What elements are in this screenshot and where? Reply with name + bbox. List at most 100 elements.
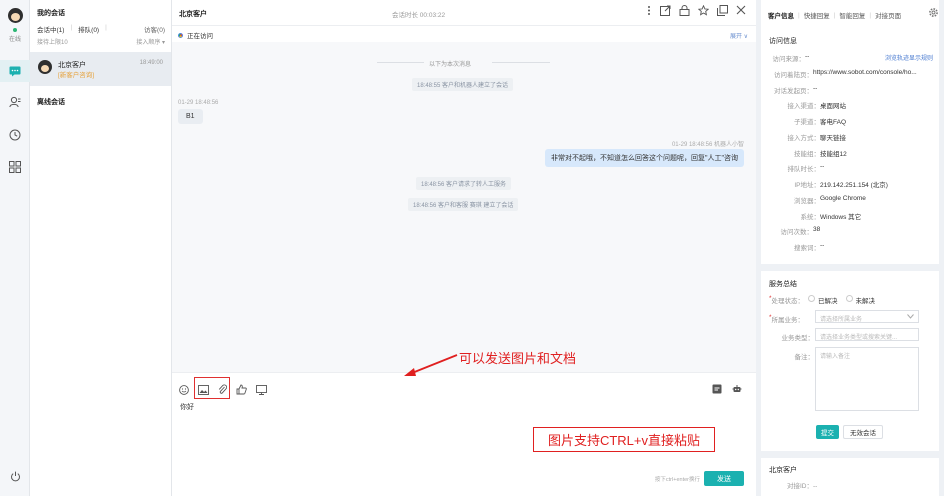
session-duration: 会话时长 00:03:22 [392,12,446,19]
send-button[interactable]: 发送 [704,471,744,486]
note-textarea[interactable]: 请输入备注 [815,347,919,411]
robot-icon[interactable] [732,384,742,394]
robot-message-bubble: 非常对不起哦，不知道怎么回答这个问题呢，回复"人工"咨询 [545,149,744,167]
tab-quick-reply[interactable]: 快捷回复 [804,10,830,20]
logout-nav-button[interactable] [0,465,30,487]
history-icon [9,129,21,141]
emoji-icon[interactable] [179,384,189,395]
power-icon [10,471,20,481]
minimize-window-icon[interactable] [717,5,728,16]
sort-order-dropdown[interactable]: 接入顺序 ▾ [136,37,165,46]
paste-annotation: 图片支持CTRL+v直接粘贴 [533,427,715,452]
chat-nav-button[interactable] [0,60,30,82]
tab-visitors[interactable]: 访客(0) [144,24,165,34]
upload-highlight-box [194,377,230,399]
visit-field: 浏览器： Google Chrome [794,195,866,205]
divider-line-right [492,62,550,63]
customer-message-bubble: B1 [178,109,203,124]
track-rule-link[interactable]: 浏览轨迹显示规则 [885,53,933,63]
docking-customer-name: 北京客户 [769,467,797,474]
thumbs-up-icon[interactable] [236,384,247,395]
tab-in-session[interactable]: 会话中(1) [37,24,64,34]
chat-header: 北京客户 会话时长 00:03:22 [172,0,756,26]
contacts-nav-button[interactable] [0,91,30,113]
input-toolbar [172,372,756,402]
agent-avatar[interactable] [8,8,23,23]
submit-button[interactable]: 提交 [816,425,839,439]
annotation-arrow-icon [404,354,458,376]
send-hint: 按下ctrl+enter换行 [654,477,700,483]
screen-share-icon[interactable] [256,384,267,395]
reception-limit: 接待上限10 [37,40,68,46]
system-message: 18:48:56 客户和客服 赛琪 建立了会话 [408,198,519,211]
visit-field: IP地址： 219.142.251.154 (北京) [794,182,888,189]
quick-phrase-icon[interactable] [712,384,722,394]
visit-field: 子渠道： 客电FAQ [794,119,847,126]
visit-field: 接入渠道： 桌面网站 [787,103,847,110]
invalid-session-button[interactable]: 无效会话 [843,425,883,439]
transfer-icon[interactable] [660,5,671,16]
chat-customer-name: 北京客户 [179,11,207,18]
close-icon[interactable] [736,5,746,15]
visit-field: 系统： Windows 其它 [800,214,862,221]
session-time: 18:49:00 [139,60,163,66]
apps-icon [9,161,21,173]
visiting-indicator: 正在访问 [177,30,213,40]
status-field: * 处理状态： 已解决 未解决 [769,295,876,305]
docking-field: 对接ID：-- [787,483,818,490]
toolbar-right-icons [712,384,742,394]
right-tabs: 客户信息 | 快捷回复 | 智能回复 | 对接页面 [768,10,901,21]
tab-customer-info[interactable]: 客户信息 [768,10,794,20]
upload-annotation: 可以发送图片和文档 [459,351,577,366]
customer-avatar [38,60,52,74]
more-icon[interactable] [646,5,652,16]
radio-resolved[interactable] [808,295,816,302]
contacts-icon [9,96,21,108]
online-status-dot [13,28,17,32]
sort-row: 接待上限10 接入顺序 ▾ [37,37,165,46]
expand-toggle[interactable]: 展开 ∨ [730,31,748,40]
chrome-icon [177,31,184,39]
chat-panel: 北京客户 会话时长 00:03:22 正在访问 展开 ∨ 以下为本次消息 18:… [172,0,756,496]
docking-card: 北京客户 对接ID：-- [761,458,939,496]
session-tabs: 会话中(1) | 排队(0) | 访客(0) [37,24,165,34]
tab-smart-reply[interactable]: 智能回复 [839,10,865,20]
tab-queue[interactable]: 排队(0) [78,24,99,34]
visiting-label: 正在访问 [187,33,213,40]
service-summary-card: 服务总结 * 处理状态： 已解决 未解决 * 所属业务： 请选择所属业务 业务类型：… [761,271,939,451]
tab-separator: | [70,24,73,31]
visit-field: 技能组： 技能组12 [794,151,847,158]
history-nav-button[interactable] [0,124,30,146]
visit-field: 搜索词： -- [794,242,825,252]
header-actions [646,5,746,16]
business-select[interactable]: 请选择所属业务 [815,310,919,323]
tab-separator: | [105,24,107,31]
left-rail: 在线 [0,0,30,496]
lock-icon[interactable] [679,5,690,16]
tab-separator: | [798,11,800,19]
tab-docking-page[interactable]: 对接页面 [875,10,901,20]
session-list-panel: 我的会话 会话中(1) | 排队(0) | 访客(0) 接待上限10 接入顺序 … [30,0,172,496]
star-icon[interactable] [698,5,709,16]
offline-sessions-title[interactable]: 离线会话 [37,97,65,107]
tab-separator: | [833,11,836,19]
history-divider: 以下为本次消息 [429,62,472,68]
business-type-select[interactable]: 请选择业务类型或搜索关键... [815,328,919,341]
visit-field: 排队时长： -- [787,163,825,173]
apps-nav-button[interactable] [0,156,30,178]
gear-icon[interactable] [928,7,939,18]
radio-unresolved[interactable] [845,295,853,302]
visit-field: 接入方式： 聊天链接 [787,135,847,142]
online-status-label[interactable]: 在线 [0,34,30,43]
message-input[interactable]: 你好 [180,402,194,412]
service-summary-title: 服务总结 [769,281,797,288]
visit-field: 访问次数： 38 [780,226,821,236]
chat-icon [9,66,21,76]
session-list-item[interactable]: 北京客户 18:49:00 [新客户咨询] [30,52,171,86]
system-message: 18:48:55 客户和机器人建立了会话 [412,78,514,91]
divider-line-left [377,62,424,63]
session-tag: [新客户咨询] [58,72,95,79]
visit-info-title: 访问信息 [769,38,797,45]
robot-message-meta: 01-29 18:48:56 机器人小智 [671,142,744,148]
visit-field: 访问来源： -- 浏览轨迹显示规则 [772,53,934,63]
